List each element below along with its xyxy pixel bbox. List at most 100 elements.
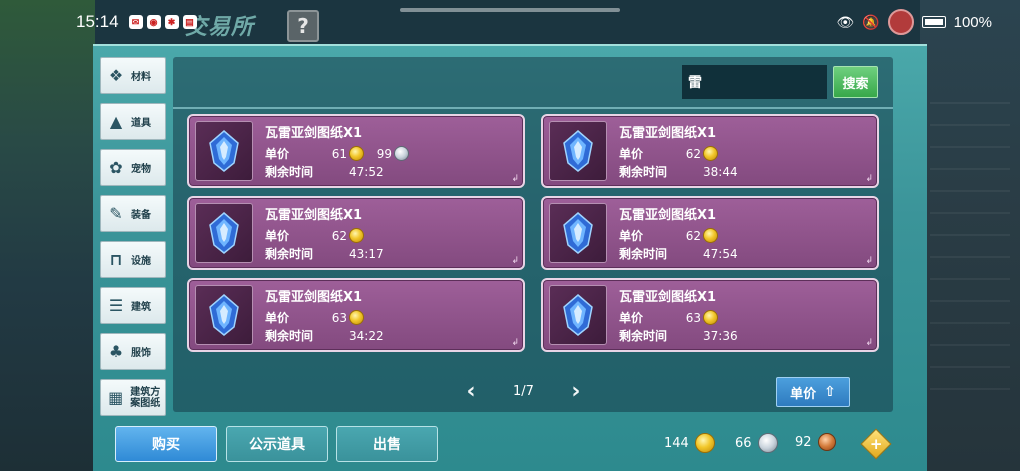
category-sidebar: ❖ 材料 ▲ 道具 ✿ 宠物 ✎ 装备 ⊓ 设施 ☰ 建筑 ♣ 服饰 ▦ 建筑方 [100,57,166,416]
listing-name: 瓦雷亚剑图纸X1 [265,208,363,223]
next-page-icon[interactable]: › [568,379,584,404]
remaining-label: 剩余时间 [265,247,314,261]
corner-mark-icon: ↲ [511,338,519,348]
price-gold: 63 [685,310,701,325]
exchange-panel: ❖ 材料 ▲ 道具 ✿ 宠物 ✎ 装备 ⊓ 设施 ☰ 建筑 ♣ 服饰 ▦ 建筑方 [93,44,927,471]
price-row: 单价 61 99 [265,145,409,162]
status-right: 👁 🔕 100% [836,9,992,35]
sort-label: 单价 [790,386,817,402]
remaining-time: 37:36 [703,328,738,343]
listing-card[interactable]: 瓦雷亚剑图纸X1 单价 62 剩余时间 43:17 ↲ [187,196,525,270]
corner-mark-icon: ↲ [865,174,873,184]
listing-card[interactable]: 瓦雷亚剑图纸X1 单价 61 99 剩余时间 47:52 ↲ [187,114,525,188]
chat-icon: ✱ [164,15,179,29]
sidebar-item-label: 建筑 [131,302,151,313]
gold-amount: 144 [664,435,689,451]
tab-sell[interactable]: 出售 [336,426,438,462]
listing-name: 瓦雷亚剑图纸X1 [619,208,717,223]
remaining-time: 43:17 [349,246,384,261]
listing-card[interactable]: 瓦雷亚剑图纸X1 单价 63 剩余时间 34:22 ↲ [187,278,525,352]
search-button[interactable]: 搜索 [833,66,878,98]
add-currency-button[interactable]: + [860,428,892,460]
price-label: 单价 [619,311,644,325]
sidebar-item-label: 道具 [131,118,151,129]
plus-icon: + [869,434,883,453]
blueprint-icon: ▦ [108,388,124,407]
sidebar-item-label: 装备 [131,210,151,221]
page-indicator: 1/7 [513,384,534,399]
price-label: 单价 [265,311,290,325]
sidebar-item-items[interactable]: ▲ 道具 [100,103,166,140]
sidebar-item-label: 材料 [131,72,151,83]
status-bar: 15:14 ✉ ◉ ✱ ▤ 👁 🔕 100% [0,0,1020,44]
remaining-label: 剩余时间 [619,247,668,261]
divider [173,107,893,109]
sidebar-item-buildings[interactable]: ☰ 建筑 [100,287,166,324]
game-background-right [920,0,1020,471]
sidebar-item-blueprints[interactable]: ▦ 建筑方案图纸 [100,379,166,416]
silver-balance: 66 [735,433,778,453]
sidebar-item-label: 宠物 [131,164,151,175]
item-icon: ▲ [109,112,123,131]
sidebar-item-clothing[interactable]: ♣ 服饰 [100,333,166,370]
sidebar-item-label: 设施 [131,256,151,267]
remaining-label: 剩余时间 [265,329,314,343]
remaining-label: 剩余时间 [619,165,668,179]
listing-name: 瓦雷亚剑图纸X1 [619,126,717,141]
price-row: 单价 62 [619,145,718,162]
pagination: ‹ 1/7 › [463,379,584,404]
time-row: 剩余时间 47:52 [265,163,384,180]
remaining-label: 剩余时间 [619,329,668,343]
price-gold: 62 [331,228,347,243]
mute-icon: 🔕 [862,13,880,30]
material-icon: ❖ [108,66,124,85]
listing-name: 瓦雷亚剑图纸X1 [619,290,717,305]
gesture-bar [400,8,620,12]
listing-card[interactable]: 瓦雷亚剑图纸X1 单价 62 剩余时间 47:54 ↲ [541,196,879,270]
time-row: 剩余时间 47:54 [619,245,738,262]
corner-mark-icon: ↲ [865,338,873,348]
sword-blueprint-icon [549,203,607,263]
sort-button[interactable]: 单价 ⇧ [776,377,850,407]
price-row: 单价 63 [265,309,364,326]
remaining-time: 38:44 [703,164,738,179]
battery-level: 100% [953,13,992,31]
equipment-icon: ✎ [109,204,123,223]
price-gold: 63 [331,310,347,325]
listing-card[interactable]: 瓦雷亚剑图纸X1 单价 63 剩余时间 37:36 ↲ [541,278,879,352]
sidebar-item-materials[interactable]: ❖ 材料 [100,57,166,94]
listing-area: 雷 搜索 瓦雷亚剑图纸X1 单价 61 99 剩余时间 47:52 ↲ 瓦雷亚剑… [173,57,893,412]
mail-icon: ✉ [128,15,143,29]
avatar-icon [887,9,914,35]
sidebar-item-equipment[interactable]: ✎ 装备 [100,195,166,232]
bronze-balance: 92 [795,433,836,451]
price-gold: 62 [685,146,701,161]
listing-card[interactable]: 瓦雷亚剑图纸X1 单价 62 剩余时间 38:44 ↲ [541,114,879,188]
gold-coin-icon [703,228,718,243]
search-input[interactable]: 雷 [682,65,827,99]
clothing-icon: ♣ [108,342,124,361]
price-row: 单价 62 [619,227,718,244]
remaining-time: 47:54 [703,246,738,261]
tab-buy[interactable]: 购买 [115,426,217,462]
sidebar-item-facilities[interactable]: ⊓ 设施 [100,241,166,278]
bronze-amount: 92 [795,434,812,450]
building-icon: ☰ [108,296,124,315]
sidebar-item-pets[interactable]: ✿ 宠物 [100,149,166,186]
time-row: 剩余时间 37:36 [619,327,738,344]
price-row: 单价 63 [619,309,718,326]
price-row: 单价 62 [265,227,364,244]
listing-grid: 瓦雷亚剑图纸X1 单价 61 99 剩余时间 47:52 ↲ 瓦雷亚剑图纸X1 … [187,114,879,352]
corner-mark-icon: ↲ [511,256,519,266]
price-label: 单价 [619,229,644,243]
prev-page-icon[interactable]: ‹ [463,379,479,404]
silver-coin-icon [757,433,778,453]
time-row: 剩余时间 38:44 [619,163,738,180]
tab-public[interactable]: 公示道具 [226,426,328,462]
bronze-coin-icon [817,433,836,451]
price-label: 单价 [265,229,290,243]
bottom-bar: 购买 公示道具 出售 144 66 92 + [93,418,927,471]
sword-blueprint-icon [195,203,253,263]
battery-icon [921,16,946,28]
price-silver: 99 [376,146,392,161]
